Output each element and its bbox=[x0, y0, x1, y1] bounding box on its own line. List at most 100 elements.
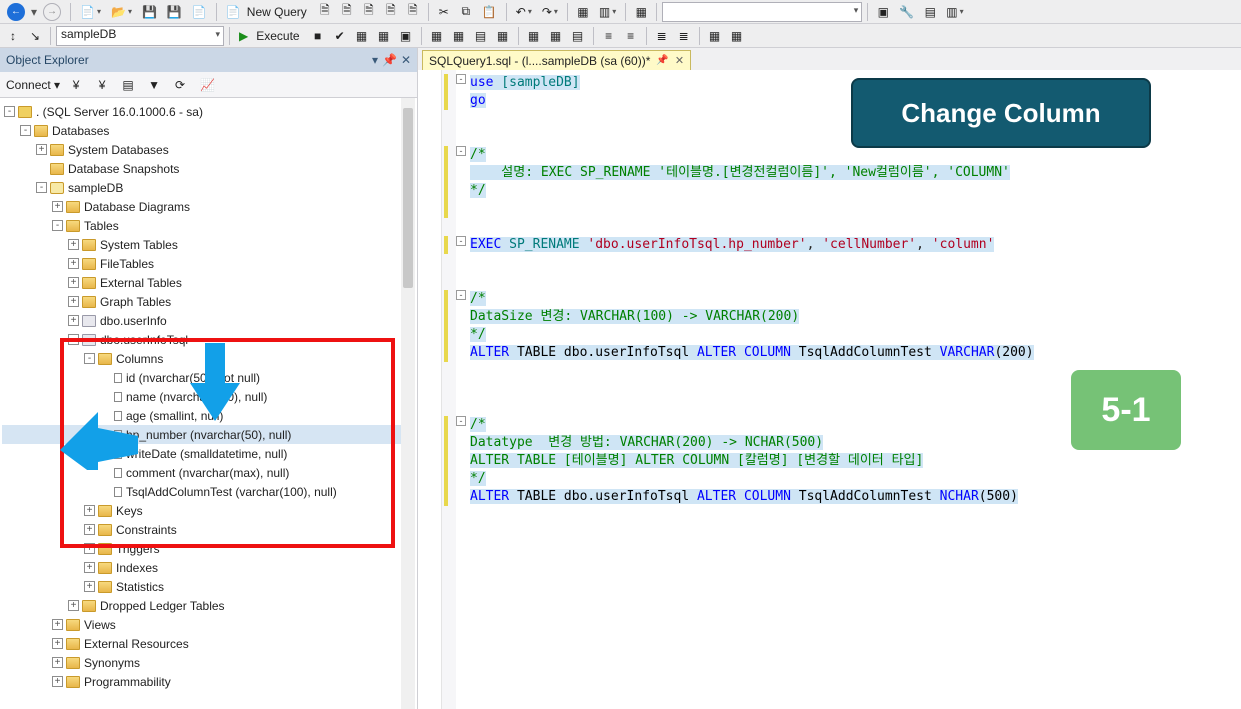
tw-dropped[interactable]: + bbox=[68, 600, 79, 611]
tree-prog[interactable]: Programmability bbox=[84, 675, 171, 689]
t2-icon1[interactable]: ↕ bbox=[3, 26, 23, 46]
ext2-icon[interactable]: 🔧 bbox=[895, 2, 918, 22]
t2f2-icon[interactable]: ▦ bbox=[727, 26, 747, 46]
parse-button[interactable]: ✔ bbox=[330, 26, 350, 46]
tw-filetables[interactable]: + bbox=[68, 258, 79, 269]
db-combo[interactable]: sampleDB bbox=[56, 26, 224, 46]
cut-button[interactable]: ✂ bbox=[434, 2, 454, 22]
tw-sampledb[interactable]: - bbox=[36, 182, 47, 193]
indent-button[interactable]: ≡ bbox=[599, 26, 619, 46]
t2e1-icon[interactable]: ≣ bbox=[652, 26, 672, 46]
save-all-button[interactable]: 💾 bbox=[163, 2, 186, 22]
grid2-icon[interactable]: ▥ bbox=[595, 2, 620, 22]
t2f1-icon[interactable]: ▦ bbox=[705, 26, 725, 46]
tw-sysdb[interactable]: + bbox=[36, 144, 47, 155]
new-query-button[interactable]: 📄New Query bbox=[222, 2, 313, 22]
tree-sampledb[interactable]: sampleDB bbox=[68, 181, 123, 195]
undo-button[interactable]: ↶ bbox=[512, 2, 536, 22]
tw-systables[interactable]: + bbox=[68, 239, 79, 250]
fold-button[interactable]: - bbox=[456, 146, 466, 156]
tool-icon1[interactable]: ¥ bbox=[66, 75, 86, 95]
funnel-icon[interactable]: ▼ bbox=[144, 75, 164, 95]
copy-button[interactable]: ⧉ bbox=[456, 2, 476, 22]
fold-button[interactable]: - bbox=[456, 416, 466, 426]
tree-syn[interactable]: Synonyms bbox=[84, 656, 140, 670]
object-explorer-tree[interactable]: -. (SQL Server 16.0.1000.6 - sa) -Databa… bbox=[0, 98, 417, 709]
t2c2-icon[interactable]: ▦ bbox=[546, 26, 566, 46]
file-icon[interactable]: 📄 bbox=[188, 2, 211, 22]
tree-filetables[interactable]: FileTables bbox=[100, 257, 154, 271]
refresh-icon[interactable]: ⟳ bbox=[170, 75, 190, 95]
tree-diagram[interactable]: Database Diagrams bbox=[84, 200, 190, 214]
find-combo[interactable] bbox=[662, 2, 862, 22]
pin-icon[interactable]: 📌 bbox=[382, 53, 397, 67]
tw-databases[interactable]: - bbox=[20, 125, 31, 136]
stop-button[interactable]: ■ bbox=[308, 26, 328, 46]
fold-button[interactable]: - bbox=[456, 290, 466, 300]
close-panel-icon[interactable]: ✕ bbox=[401, 53, 411, 67]
code-editor[interactable]: - - - - - use [sampleDB] go /* 설명: EXEC … bbox=[418, 70, 1241, 709]
t2e2-icon[interactable]: ≣ bbox=[674, 26, 694, 46]
tree-systables[interactable]: System Tables bbox=[100, 238, 178, 252]
activity-icon[interactable]: 📈 bbox=[196, 75, 219, 95]
sql2-icon[interactable]: 🗎 bbox=[337, 2, 357, 22]
close-tab-icon[interactable]: ✕ bbox=[675, 54, 684, 67]
tw-diagram[interactable]: + bbox=[52, 201, 63, 212]
ext1-icon[interactable]: ▣ bbox=[873, 2, 893, 22]
open-button[interactable]: 📂 bbox=[107, 2, 136, 22]
save-button[interactable]: 💾 bbox=[138, 2, 161, 22]
t2c3-icon[interactable]: ▤ bbox=[568, 26, 588, 46]
tree-snapshots[interactable]: Database Snapshots bbox=[68, 162, 179, 176]
grid-icon[interactable]: ▦ bbox=[573, 2, 593, 22]
connect-button[interactable]: Connect ▾ bbox=[6, 78, 60, 92]
sql3-icon[interactable]: 🗎 bbox=[359, 2, 379, 22]
tw-userinfo[interactable]: + bbox=[68, 315, 79, 326]
misc1-icon[interactable]: ▦ bbox=[631, 2, 651, 22]
sql4-icon[interactable]: 🗎 bbox=[381, 2, 401, 22]
tw-server[interactable]: - bbox=[4, 106, 15, 117]
tw-tables[interactable]: - bbox=[52, 220, 63, 231]
tw-prog[interactable]: + bbox=[52, 676, 63, 687]
tree-extres[interactable]: External Resources bbox=[84, 637, 189, 651]
plan1-icon[interactable]: ▦ bbox=[352, 26, 372, 46]
t2c1-icon[interactable]: ▦ bbox=[524, 26, 544, 46]
window-menu-icon[interactable]: ▾ bbox=[372, 53, 378, 67]
tw-exttables[interactable]: + bbox=[68, 277, 79, 288]
tool-icon2[interactable]: ¥ bbox=[92, 75, 112, 95]
tw-extres[interactable]: + bbox=[52, 638, 63, 649]
plan3-icon[interactable]: ▣ bbox=[396, 26, 416, 46]
nav-back-button[interactable]: ← bbox=[3, 2, 29, 22]
execute-button[interactable]: ▶Execute bbox=[235, 26, 306, 46]
fold-button[interactable]: - bbox=[456, 236, 466, 246]
editor-tab[interactable]: SQLQuery1.sql - (l....sampleDB (sa (60))… bbox=[422, 50, 691, 70]
tw-indexes[interactable]: + bbox=[84, 562, 95, 573]
tree-scrollbar[interactable] bbox=[401, 98, 415, 709]
t2b3-icon[interactable]: ▤ bbox=[471, 26, 491, 46]
outdent-button[interactable]: ≡ bbox=[621, 26, 641, 46]
tree-exttables[interactable]: External Tables bbox=[100, 276, 182, 290]
tree-stats[interactable]: Statistics bbox=[116, 580, 164, 594]
tree-graphtables[interactable]: Graph Tables bbox=[100, 295, 171, 309]
tree-userinfo[interactable]: dbo.userInfo bbox=[100, 314, 167, 328]
tree-server[interactable]: . (SQL Server 16.0.1000.6 - sa) bbox=[36, 105, 203, 119]
t2b1-icon[interactable]: ▦ bbox=[427, 26, 447, 46]
t2-icon2[interactable]: ↘ bbox=[25, 26, 45, 46]
t2b4-icon[interactable]: ▦ bbox=[493, 26, 513, 46]
pin-tab-icon[interactable]: 📌 bbox=[656, 55, 668, 66]
new-button[interactable]: 📄 bbox=[76, 2, 105, 22]
tw-syn[interactable]: + bbox=[52, 657, 63, 668]
sql5-icon[interactable]: 🗎 bbox=[403, 2, 423, 22]
tree-indexes[interactable]: Indexes bbox=[116, 561, 158, 575]
tree-tables[interactable]: Tables bbox=[84, 219, 119, 233]
redo-button[interactable]: ↷ bbox=[538, 2, 562, 22]
tw-stats[interactable]: + bbox=[84, 581, 95, 592]
find-input[interactable] bbox=[667, 3, 845, 17]
tree-sysdb[interactable]: System Databases bbox=[68, 143, 169, 157]
fold-button[interactable]: - bbox=[456, 74, 466, 84]
ext4-icon[interactable]: ▥ bbox=[942, 2, 967, 22]
tree-views[interactable]: Views bbox=[84, 618, 116, 632]
object-explorer-header[interactable]: Object Explorer ▾ 📌 ✕ bbox=[0, 48, 417, 72]
plan2-icon[interactable]: ▦ bbox=[374, 26, 394, 46]
paste-button[interactable]: 📋 bbox=[478, 2, 501, 22]
tree-dropped[interactable]: Dropped Ledger Tables bbox=[100, 599, 225, 613]
